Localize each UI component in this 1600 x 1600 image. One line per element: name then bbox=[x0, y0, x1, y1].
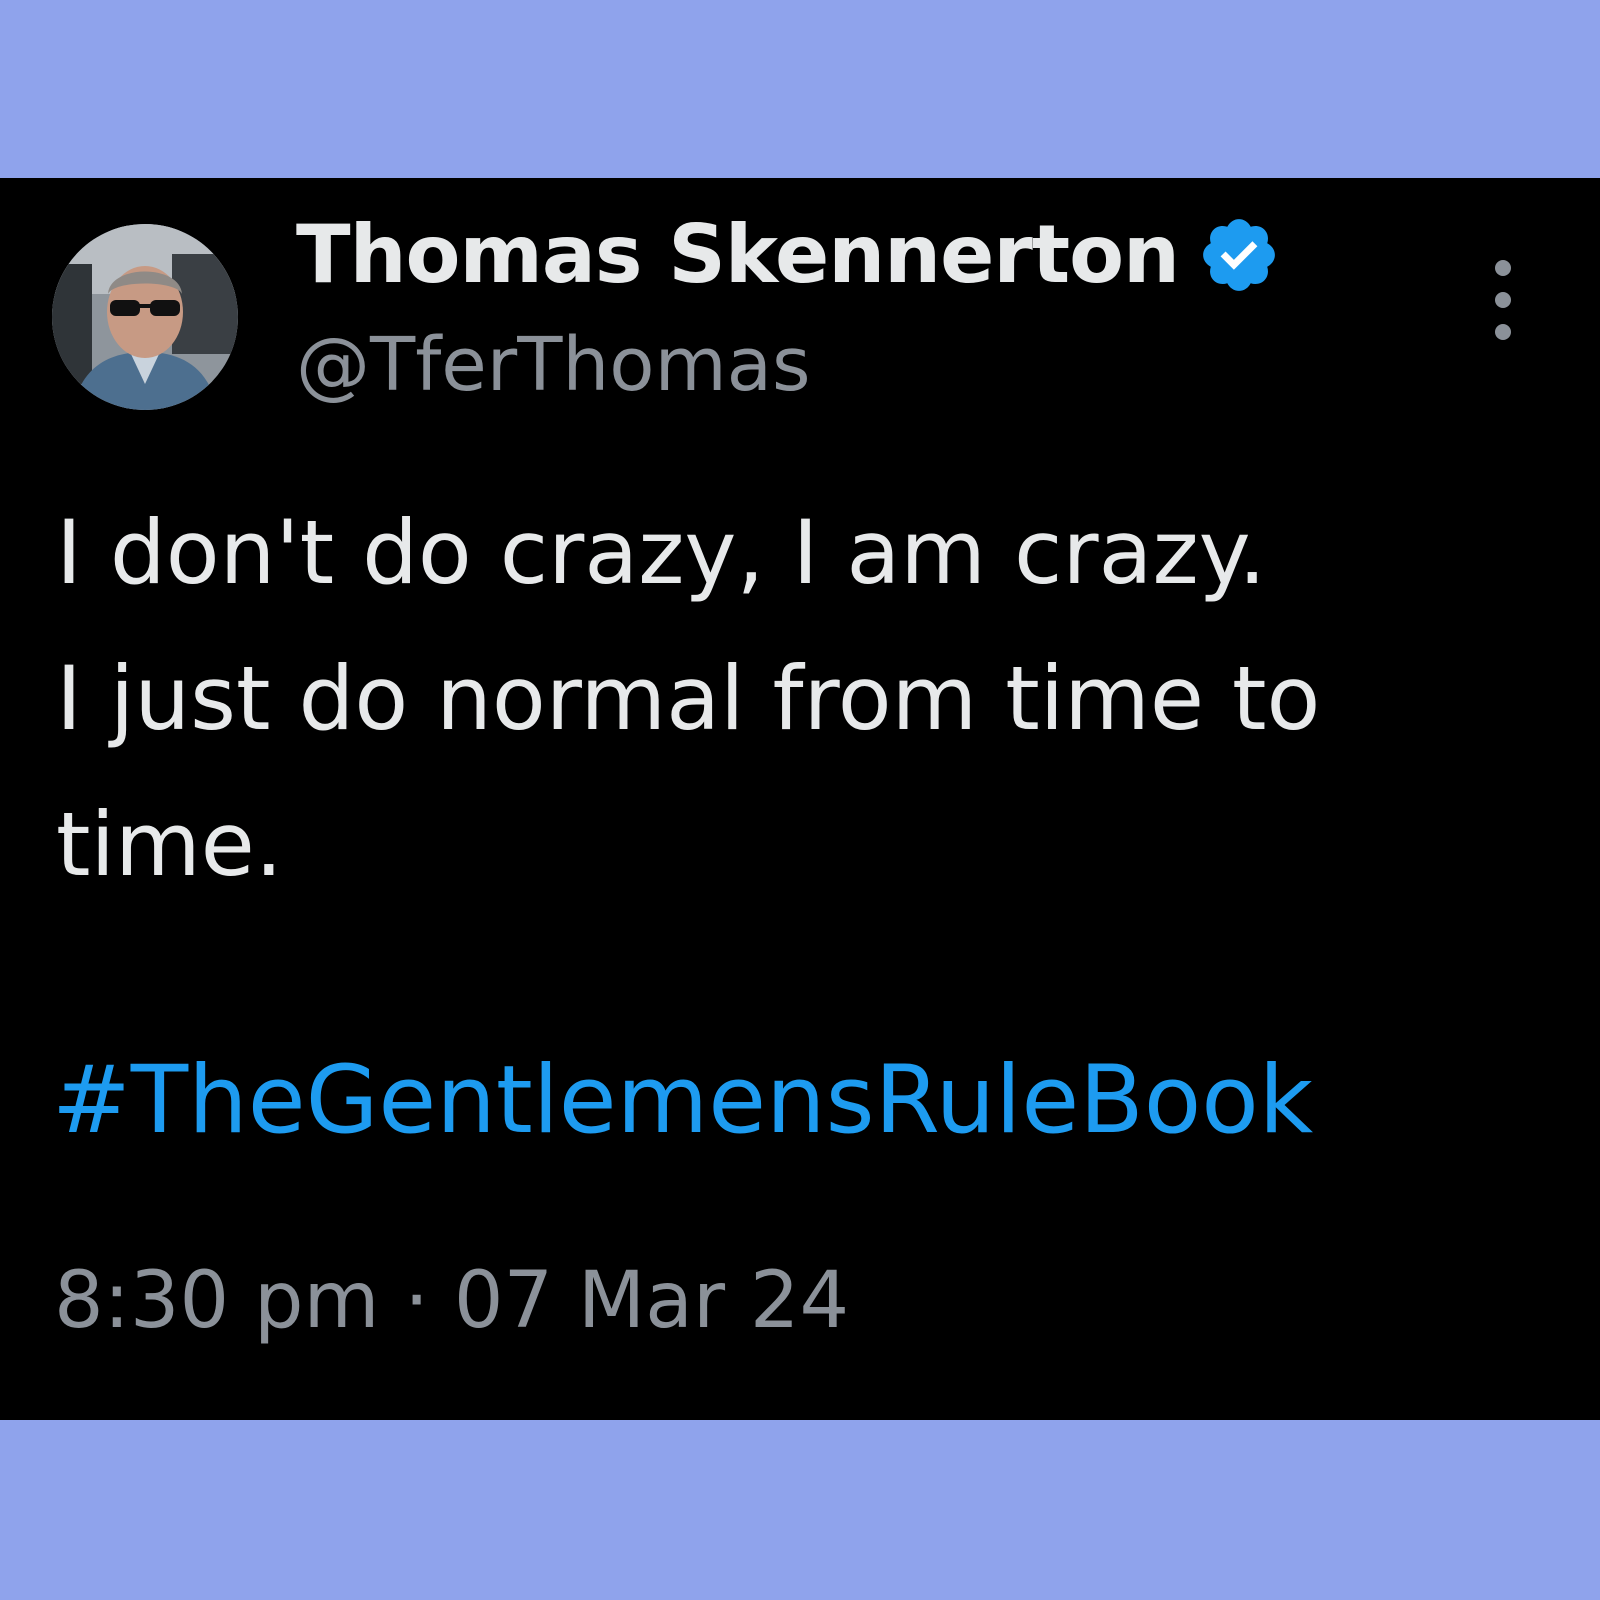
more-dot bbox=[1495, 324, 1511, 340]
author-avatar[interactable] bbox=[52, 224, 238, 410]
tweet-card: Thomas Skennerton @TferThomas I don't do… bbox=[0, 178, 1600, 1420]
author-name-row: Thomas Skennerton bbox=[296, 208, 1281, 301]
author-handle[interactable]: @TferThomas bbox=[296, 322, 811, 408]
author-display-name[interactable]: Thomas Skennerton bbox=[296, 208, 1180, 301]
verified-badge-icon bbox=[1203, 218, 1275, 291]
tweet-body-line: time. bbox=[56, 793, 283, 896]
more-vertical-icon[interactable] bbox=[1488, 260, 1518, 340]
more-dot bbox=[1495, 260, 1511, 276]
tweet-body-line: I just do normal from time to bbox=[56, 647, 1321, 750]
tweet-body-line: I don't do crazy, I am crazy. bbox=[56, 501, 1267, 604]
tweet-timestamp[interactable]: 8:30 pm · 07 Mar 24 bbox=[54, 1256, 849, 1346]
avatar-photo-icon bbox=[52, 224, 238, 410]
hashtag-link[interactable]: #TheGentlemensRuleBook bbox=[52, 1046, 1313, 1155]
tweet-body: I don't do crazy, I am crazy. I just do … bbox=[56, 480, 1556, 918]
more-dot bbox=[1495, 292, 1511, 308]
